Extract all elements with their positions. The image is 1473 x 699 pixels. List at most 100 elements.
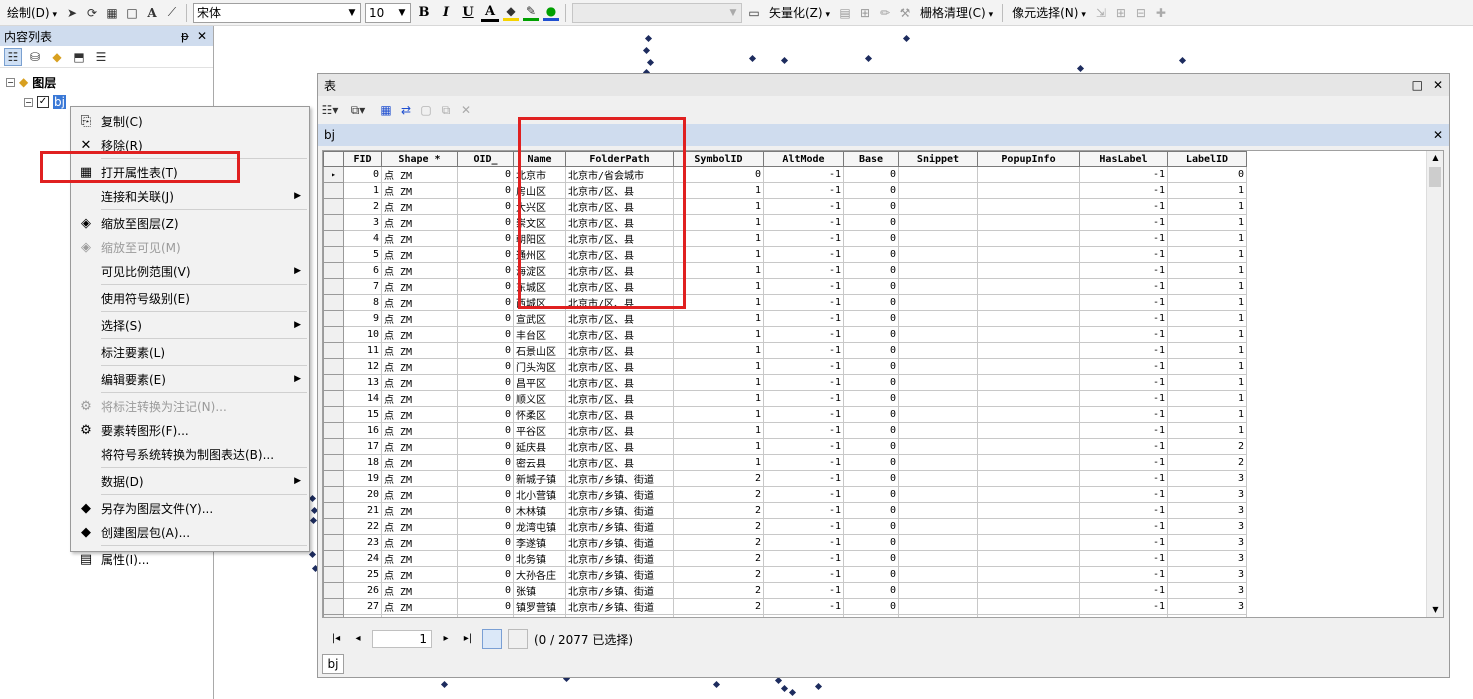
tree-root[interactable]: − ◆ 图层: [6, 72, 207, 92]
row-selector[interactable]: [323, 598, 344, 615]
row-selector[interactable]: [323, 246, 344, 263]
table-bottom-tab[interactable]: bj: [322, 654, 344, 674]
row-selector[interactable]: [323, 262, 344, 279]
visibility-checkbox[interactable]: ✓: [37, 96, 49, 108]
row-selector[interactable]: [323, 438, 344, 455]
context-menu-item[interactable]: ✕ 移除(R): [71, 133, 309, 157]
row-selector[interactable]: [323, 406, 344, 423]
row-selector[interactable]: [323, 502, 344, 519]
list-by-visibility-icon[interactable]: ◆: [48, 48, 66, 66]
row-selector[interactable]: [323, 230, 344, 247]
draw-menu[interactable]: 绘制(D): [4, 4, 60, 21]
maximize-icon[interactable]: □: [1412, 78, 1423, 92]
pencil-icon[interactable]: ✏: [877, 5, 893, 21]
row-selector[interactable]: [323, 454, 344, 471]
table-row[interactable]: 22 点 ZM 0 龙湾屯镇 北京市/乡镇、街道 2 -1 0 -1 3: [323, 518, 1247, 535]
font-name-select[interactable]: 宋体 ▼: [193, 2, 361, 23]
row-selector[interactable]: [323, 358, 344, 375]
context-menu-item[interactable]: 选择(S) ▶: [71, 313, 309, 337]
attribute-grid[interactable]: FID Shape * OID_ Name FolderPath SymbolID AltM…: [322, 150, 1444, 618]
table-row[interactable]: 3点 ZM 0 崇文区 北京市/区、县 1 -1 0 -1 1: [323, 214, 1247, 231]
column-header[interactable]: FolderPath: [565, 151, 674, 167]
context-menu-item[interactable]: ◆ 创建图层包(A)...: [71, 520, 309, 544]
column-header[interactable]: HasLabel: [1079, 151, 1168, 167]
collapse-icon[interactable]: −: [24, 97, 33, 107]
context-menu-item[interactable]: 将符号系统转换为制图表达(B)...: [71, 442, 309, 466]
row-selector[interactable]: [323, 374, 344, 391]
context-menu-item[interactable]: ⎘ 复制(C): [71, 109, 309, 133]
row-selector[interactable]: [323, 342, 344, 359]
vectorize-tool-icon[interactable]: ▤: [837, 5, 853, 21]
column-header[interactable]: PopupInfo: [977, 151, 1080, 167]
table-row[interactable]: 20 点 ZM 0 北小营镇 北京市/乡镇、街道 2 -1 0 -1 3: [323, 486, 1247, 503]
context-menu-item[interactable]: 标注要素(L): [71, 340, 309, 364]
context-menu-item[interactable]: 编辑要素(E) ▶: [71, 367, 309, 391]
marker-color-icon[interactable]: ●: [543, 4, 559, 21]
table-row[interactable]: 6点 ZM 0 海淀区 北京市/区、县 1 -1 0 -1 1: [323, 262, 1247, 279]
close-icon[interactable]: ✕: [197, 29, 207, 43]
text-tool-icon[interactable]: A: [144, 5, 160, 21]
table-row[interactable]: 26 点 ZM 0 张镇 北京市/乡镇、街道 2 -1 0 -1 3: [323, 582, 1247, 599]
row-selector[interactable]: [323, 294, 344, 311]
vertical-scrollbar[interactable]: ▲ ▼: [1426, 151, 1443, 617]
list-by-selection-icon[interactable]: ⬒: [70, 48, 88, 66]
edit-vertices-icon[interactable]: ⟋: [164, 5, 180, 21]
row-selector[interactable]: [323, 582, 344, 599]
select-by-attributes-icon[interactable]: ▦: [378, 102, 394, 118]
layer-label[interactable]: bj: [53, 95, 66, 109]
vectorize-menu[interactable]: 矢量化(Z): [766, 4, 833, 21]
delete-selected-icon[interactable]: ✕: [458, 102, 474, 118]
select-pixels-icon[interactable]: ⇲: [1093, 5, 1109, 21]
rectangle-icon[interactable]: □: [124, 5, 140, 21]
layout-icon[interactable]: ▭: [746, 5, 762, 21]
table-row[interactable]: 25 点 ZM 0 大孙各庄 北京市/乡镇、街道 2 -1 0 -1 3: [323, 566, 1247, 583]
rotate-icon[interactable]: ⟳: [84, 5, 100, 21]
table-row[interactable]: 2点 ZM 0 大兴区 北京市/区、县 1 -1 0 -1 1: [323, 198, 1247, 215]
clear-selection-icon[interactable]: ▢: [418, 102, 434, 118]
collapse-icon[interactable]: −: [6, 77, 15, 87]
context-menu-item[interactable]: 可见比例范围(V) ▶: [71, 259, 309, 283]
row-selector[interactable]: [323, 422, 344, 439]
row-selector[interactable]: [323, 390, 344, 407]
scrollbar-thumb[interactable]: [1429, 167, 1441, 187]
font-color-button[interactable]: A: [481, 4, 499, 22]
row-selector[interactable]: [323, 550, 344, 567]
grid-cleanup-icon[interactable]: ⊞: [857, 5, 873, 21]
pixel-select-menu[interactable]: 像元选择(N): [1009, 4, 1089, 21]
row-selector[interactable]: [323, 182, 344, 199]
table-row[interactable]: 16 点 ZM 0 平谷区 北京市/区、县 1 -1 0 -1 1: [323, 422, 1247, 439]
row-selector[interactable]: [323, 470, 344, 487]
close-icon[interactable]: ✕: [1433, 128, 1443, 142]
fill-color-icon[interactable]: ◆: [503, 4, 519, 21]
grid-tool-icon[interactable]: ▦: [104, 5, 120, 21]
previous-record-icon[interactable]: ◂: [350, 631, 366, 647]
row-selector[interactable]: [323, 614, 344, 617]
column-header[interactable]: Base: [843, 151, 899, 167]
show-all-records-icon[interactable]: [482, 629, 502, 649]
table-row[interactable]: 4点 ZM 0 朝阳区 北京市/区、县 1 -1 0 -1 1: [323, 230, 1247, 247]
table-row[interactable]: 8点 ZM 0 西城区 北京市/区、县 1 -1 0 -1 1: [323, 294, 1247, 311]
context-menu-item[interactable]: 使用符号级别(E): [71, 286, 309, 310]
context-menu-item[interactable]: ◆ 另存为图层文件(Y)...: [71, 496, 309, 520]
scroll-down-icon[interactable]: ▼: [1427, 603, 1443, 617]
column-header[interactable]: Shape *: [381, 151, 458, 167]
table-row[interactable]: 18 点 ZM 0 密云县 北京市/区、县 1 -1 0 -1 2: [323, 454, 1247, 471]
context-menu-item[interactable]: 连接和关联(J) ▶: [71, 184, 309, 208]
row-selector[interactable]: [323, 518, 344, 535]
options-icon[interactable]: ☰: [92, 48, 110, 66]
scroll-up-icon[interactable]: ▲: [1427, 151, 1443, 165]
next-record-icon[interactable]: ▸: [438, 631, 454, 647]
zoom-to-selected-icon[interactable]: ⧉: [438, 102, 454, 118]
column-header[interactable]: [323, 151, 344, 167]
font-size-select[interactable]: 10 ▼: [365, 2, 411, 23]
row-selector[interactable]: ▸: [323, 166, 344, 183]
table-options-icon[interactable]: ☷▾: [322, 102, 339, 118]
line-color-icon[interactable]: ✎: [523, 4, 539, 21]
table-row[interactable]: 14 点 ZM 0 顺义区 北京市/区、县 1 -1 0 -1 1: [323, 390, 1247, 407]
wrench-icon[interactable]: ⚒: [897, 5, 913, 21]
context-menu-item[interactable]: 数据(D) ▶: [71, 469, 309, 493]
row-selector[interactable]: [323, 198, 344, 215]
column-header[interactable]: AltMode: [763, 151, 844, 167]
show-selected-records-icon[interactable]: [508, 629, 528, 649]
column-header[interactable]: Name: [513, 151, 566, 167]
